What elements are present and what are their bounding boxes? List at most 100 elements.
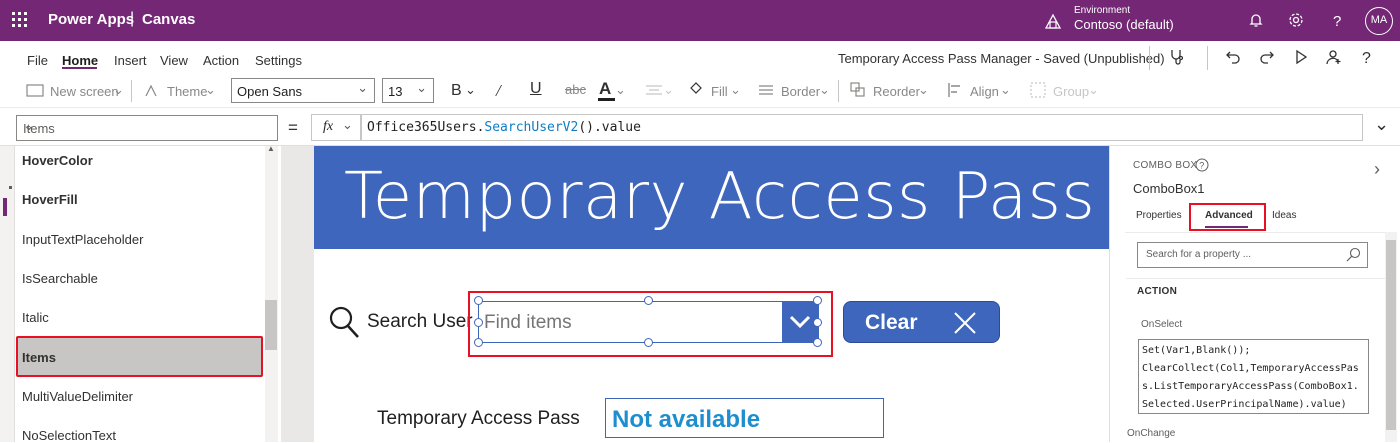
group-button[interactable]: Group <box>1053 84 1089 99</box>
menu-action[interactable]: Action <box>203 53 239 68</box>
control-name[interactable]: ComboBox1 <box>1133 181 1205 196</box>
redo-icon[interactable] <box>1258 48 1276 66</box>
font-family-select[interactable]: Open Sans ⌄ <box>231 78 375 103</box>
environment-icon <box>1044 13 1062 29</box>
chevron-down-icon[interactable]: ⌄ <box>1000 82 1011 98</box>
reorder-button[interactable]: Reorder <box>873 84 920 99</box>
menu-settings[interactable]: Settings <box>255 53 302 68</box>
chevron-down-icon[interactable]: ⌄ <box>819 82 830 98</box>
property-item[interactable]: Italic <box>22 310 49 325</box>
theme-button[interactable]: Theme <box>167 84 207 99</box>
combo-box[interactable]: Find items <box>478 301 819 343</box>
fill-bucket-icon <box>690 82 702 94</box>
property-item[interactable]: IsSearchable <box>22 271 98 286</box>
help-icon[interactable]: ? <box>1195 158 1209 172</box>
combo-placeholder: Find items <box>484 312 572 333</box>
environment-name[interactable]: Contoso (default) <box>1074 17 1174 32</box>
chevron-down-icon[interactable]: ⌄ <box>663 82 674 98</box>
active-indicator <box>3 198 7 216</box>
underline-button[interactable]: U <box>530 80 542 98</box>
gear-icon[interactable] <box>1287 11 1305 29</box>
chevron-down-icon[interactable]: ⌄ <box>465 82 476 98</box>
divider <box>1125 232 1385 233</box>
search-user-label: Search User <box>367 311 473 332</box>
resize-handle[interactable] <box>813 318 822 327</box>
fx-button[interactable]: fx ⌄ <box>311 114 361 141</box>
app-screen: Temporary Access Pass Ma Search User Fin… <box>314 146 1109 442</box>
strikethrough-button[interactable]: abc <box>565 82 586 97</box>
equals-sign: = <box>288 118 298 137</box>
collapse-pane-icon[interactable]: › <box>1374 159 1380 180</box>
expand-formula-icon[interactable]: ⌄ <box>1374 114 1389 135</box>
help-icon[interactable]: ? <box>1328 11 1346 29</box>
align-icon <box>948 83 960 97</box>
property-search-input[interactable]: Search for a property ... <box>1137 242 1368 268</box>
resize-handle[interactable] <box>474 318 483 327</box>
chevron-down-icon[interactable]: ⌄ <box>615 82 626 98</box>
search-icon[interactable] <box>328 305 360 339</box>
menu-file[interactable]: File <box>27 53 48 68</box>
share-user-icon[interactable] <box>1325 48 1343 66</box>
property-item-selected[interactable]: Items <box>22 350 56 365</box>
divider <box>1207 46 1208 70</box>
fill-button[interactable]: Fill <box>711 84 728 99</box>
font-size-select[interactable]: 13 ⌄ <box>382 78 434 103</box>
menu-insert[interactable]: Insert <box>114 53 147 68</box>
chevron-down-icon[interactable]: ⌄ <box>113 82 124 98</box>
app-title: Temporary Access Pass Manager - Saved (U… <box>838 51 1165 66</box>
property-item[interactable]: HoverFill <box>22 192 78 207</box>
avatar[interactable]: MA <box>1365 7 1393 35</box>
property-list-scrollbar[interactable] <box>265 146 278 442</box>
play-icon[interactable] <box>1292 48 1310 66</box>
divider <box>1149 46 1150 70</box>
onselect-label: OnSelect <box>1141 319 1183 330</box>
tab-properties[interactable]: Properties <box>1136 210 1182 221</box>
formula-input[interactable]: Office365Users.SearchUserV2().value <box>361 114 1363 141</box>
scrollbar-thumb[interactable] <box>265 300 277 350</box>
resize-handle[interactable] <box>644 296 653 305</box>
help-icon[interactable]: ? <box>1358 48 1376 66</box>
svg-text:?: ? <box>1362 50 1371 66</box>
align-button[interactable]: Align <box>970 84 999 99</box>
product-name[interactable]: Power Apps <box>48 11 134 28</box>
chevron-down-icon[interactable]: ⌄ <box>918 82 929 98</box>
font-color-icon[interactable]: A <box>599 79 611 99</box>
fx-label: fx <box>323 119 334 134</box>
onselect-formula-input[interactable]: Set(Var1,Blank()); ClearCollect(Col1,Tem… <box>1138 339 1369 414</box>
resize-handle[interactable] <box>474 296 483 305</box>
new-screen-button[interactable]: New screen <box>50 84 119 99</box>
property-item[interactable]: HoverColor <box>22 153 93 168</box>
chevron-down-icon[interactable]: ⌄ <box>730 82 741 98</box>
reorder-icon <box>850 82 865 97</box>
italic-button[interactable]: / <box>496 81 501 101</box>
resize-handle[interactable] <box>813 296 822 305</box>
property-item[interactable]: InputTextPlaceholder <box>22 232 143 247</box>
clear-button[interactable]: Clear <box>843 301 1000 343</box>
scrollbar-thumb[interactable] <box>1386 240 1396 430</box>
bold-button[interactable]: B <box>451 82 462 100</box>
menu-home[interactable]: Home <box>62 53 98 68</box>
scroll-up-icon[interactable]: ▲ <box>267 144 275 153</box>
menu-active-underline <box>62 67 97 69</box>
tab-ideas[interactable]: Ideas <box>1272 210 1296 221</box>
resize-handle[interactable] <box>644 338 653 347</box>
chevron-down-icon[interactable]: ⌄ <box>1088 82 1099 98</box>
undo-icon[interactable] <box>1224 48 1242 66</box>
group-icon <box>1030 82 1046 98</box>
resize-handle[interactable] <box>474 338 483 347</box>
chevron-down-icon[interactable]: ⌄ <box>205 82 216 98</box>
app-launcher-icon[interactable] <box>12 12 28 28</box>
stethoscope-icon[interactable] <box>1168 48 1186 66</box>
property-item[interactable]: MultiValueDelimiter <box>22 389 133 404</box>
border-button[interactable]: Border <box>781 84 820 99</box>
bell-icon[interactable] <box>1247 11 1265 29</box>
chevron-down-icon: ⌄ <box>416 80 427 95</box>
property-item[interactable]: NoSelectionText <box>22 428 116 443</box>
divider <box>131 80 132 102</box>
resize-handle[interactable] <box>813 338 822 347</box>
text-align-icon[interactable] <box>645 84 663 98</box>
font-size-value: 13 <box>388 84 403 99</box>
property-select[interactable]: Items ⌄ <box>16 115 278 141</box>
menu-view[interactable]: View <box>160 53 188 68</box>
title-banner[interactable]: Temporary Access Pass Ma <box>314 146 1109 249</box>
